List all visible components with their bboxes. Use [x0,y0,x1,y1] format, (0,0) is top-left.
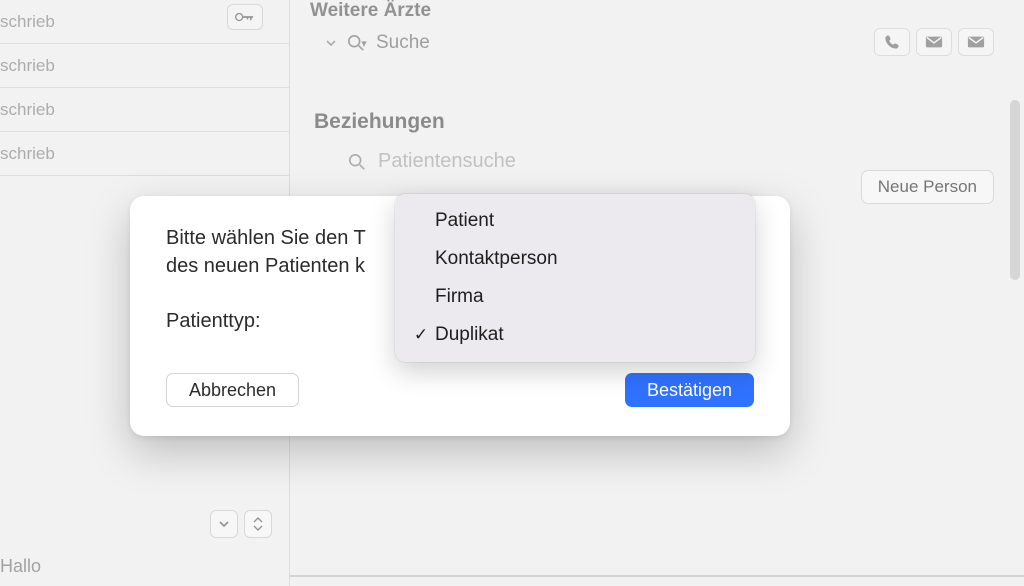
sidebar-note: Hallo [0,556,289,577]
action-icons [874,28,994,56]
phone-button[interactable] [874,28,910,56]
dropdown-option-duplikat[interactable]: ✓ Duplikat [399,316,751,354]
mail-button-2[interactable] [958,28,994,56]
phone-icon [884,34,900,50]
check-icon: ✓ [411,325,431,345]
confirm-button[interactable]: Bestätigen [625,373,754,407]
mail-icon [967,35,985,49]
mail-icon [925,35,943,49]
patient-search-input[interactable]: Patientensuche [378,150,516,173]
sidebar-item[interactable]: schrieb [0,88,289,132]
key-button[interactable] [227,4,263,30]
search-icon [346,151,368,173]
mail-button-1[interactable] [916,28,952,56]
sidebar-item[interactable]: schrieb [0,44,289,88]
patient-type-dropdown: Patient Kontaktperson Firma ✓ Duplikat [395,194,755,362]
stepper-group [210,510,272,538]
section-title-doctors: Weitere Ärzte [310,0,1004,22]
cancel-button[interactable]: Abbrechen [166,373,299,407]
sort-toggle[interactable] [244,510,272,538]
dropdown-option-patient[interactable]: Patient [399,202,751,240]
scrollbar[interactable] [1010,100,1020,280]
patient-type-label: Patienttyp: [166,310,386,333]
chevron-down-icon [325,37,337,49]
expand-toggle[interactable] [324,36,338,50]
dropdown-option-kontaktperson[interactable]: Kontaktperson [399,240,751,278]
sidebar-item[interactable]: schrieb [0,132,289,176]
section-title-relations: Beziehungen [314,110,1004,134]
dropdown-option-firma[interactable]: Firma [399,278,751,316]
chevron-down-icon [219,520,229,528]
sort-icon [253,517,263,531]
dropdown-toggle[interactable] [210,510,238,538]
key-icon [235,10,255,24]
search-icon: ▾ [346,32,368,54]
divider [290,575,1024,577]
new-person-button[interactable]: Neue Person [861,170,994,204]
